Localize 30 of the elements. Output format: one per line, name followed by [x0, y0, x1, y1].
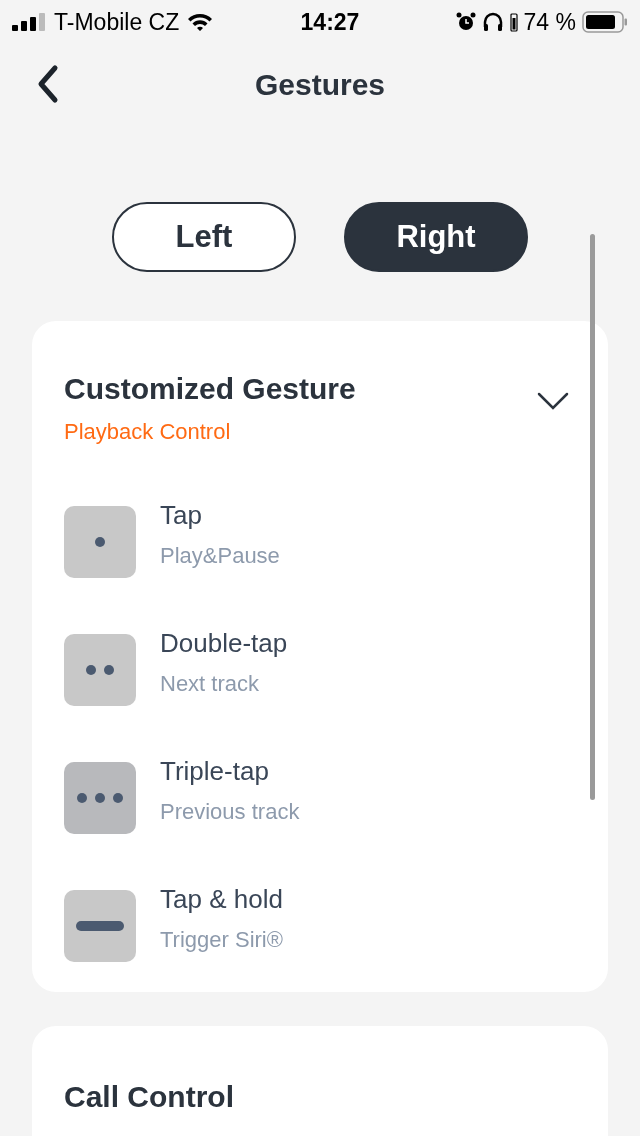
card-title: Customized Gesture [64, 371, 356, 407]
gesture-action: Next track [160, 670, 261, 698]
gesture-name: Triple-tap [160, 755, 270, 788]
gesture-tile[interactable] [64, 890, 136, 962]
dash-icon [76, 921, 124, 931]
triple-dot-icon [77, 793, 123, 803]
gesture-name: Tap & hold [160, 883, 283, 916]
gesture-name: Double-tap [160, 627, 288, 660]
gesture-name: Tap [160, 499, 203, 532]
battery-icon [582, 11, 628, 33]
gesture-tile[interactable] [64, 506, 136, 578]
alarm-icon [455, 12, 476, 32]
gesture-tile[interactable] [64, 634, 136, 706]
gesture-action: Trigger Siri® [160, 926, 283, 954]
battery-small-icon [509, 12, 518, 32]
signal-icon [12, 13, 46, 31]
gesture-action: Previous track [160, 798, 300, 826]
card-title: Call Control [64, 1079, 235, 1115]
gesture-action: Play&Pause [160, 542, 280, 570]
carrier-name: T-Mobile CZ [54, 7, 180, 37]
clock-time: 14:27 [299, 7, 361, 37]
gesture-tile[interactable] [64, 762, 136, 834]
page-title: Gestures [254, 66, 386, 103]
card-subtitle: Playback Control [64, 418, 232, 446]
double-dot-icon [86, 665, 114, 675]
battery-percent: 74 % [523, 7, 576, 37]
side-tab[interactable]: Left [112, 202, 296, 272]
wifi-icon [187, 12, 214, 32]
headphones-icon [481, 12, 504, 32]
side-tab[interactable]: Right [344, 202, 528, 272]
